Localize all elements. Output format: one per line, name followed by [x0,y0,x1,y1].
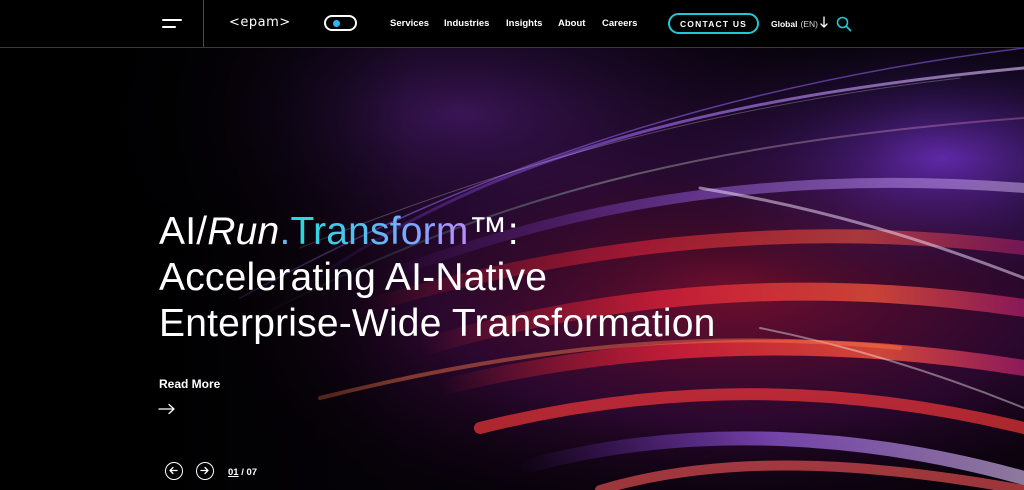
headline-transform: Transform [290,210,469,253]
hamburger-menu-icon[interactable] [162,17,184,31]
next-slide-icon [200,466,209,475]
prev-slide-button[interactable] [165,462,183,480]
headline-ai: AI/ [159,210,208,253]
theme-toggle[interactable] [324,15,357,31]
header-divider [203,0,204,47]
region-code: (EN) [800,19,818,29]
arrow-down-icon[interactable] [820,16,828,29]
toggle-knob [333,20,340,27]
nav-about[interactable]: About [558,18,585,29]
headline-line-3: Enterprise-Wide Transformation [159,302,716,345]
site-header: <epam> Services Industries Insights Abou… [0,0,1024,48]
nav-services[interactable]: Services [390,18,429,29]
read-more-link[interactable]: Read More [159,377,220,391]
slide-separator: / [238,467,247,478]
region-selector[interactable]: Global (EN) [771,19,818,29]
slide-counter: 01 / 07 [228,467,257,478]
arrow-right-icon[interactable] [158,403,176,415]
prev-slide-icon [169,466,178,475]
epam-logo[interactable]: <epam> [229,15,291,30]
nav-insights[interactable]: Insights [506,18,542,29]
slide-current: 01 [228,467,239,478]
nav-industries[interactable]: Industries [444,18,489,29]
search-icon[interactable] [836,16,852,32]
hero-headline: AI/Run.Transform™: Accelerating AI-Native… [159,209,716,347]
headline-dot: . [279,210,291,253]
headline-line-2: Accelerating AI-Native [159,256,548,299]
region-label: Global [771,19,798,29]
headline-run: Run [207,210,280,253]
contact-us-button[interactable]: CONTACT US [668,13,759,34]
nav-careers[interactable]: Careers [602,18,637,29]
next-slide-button[interactable] [196,462,214,480]
hero-banner: AI/Run.Transform™: Accelerating AI-Native… [0,48,1024,490]
slide-total: 07 [246,467,258,478]
headline-trademark: ™: [468,210,519,253]
